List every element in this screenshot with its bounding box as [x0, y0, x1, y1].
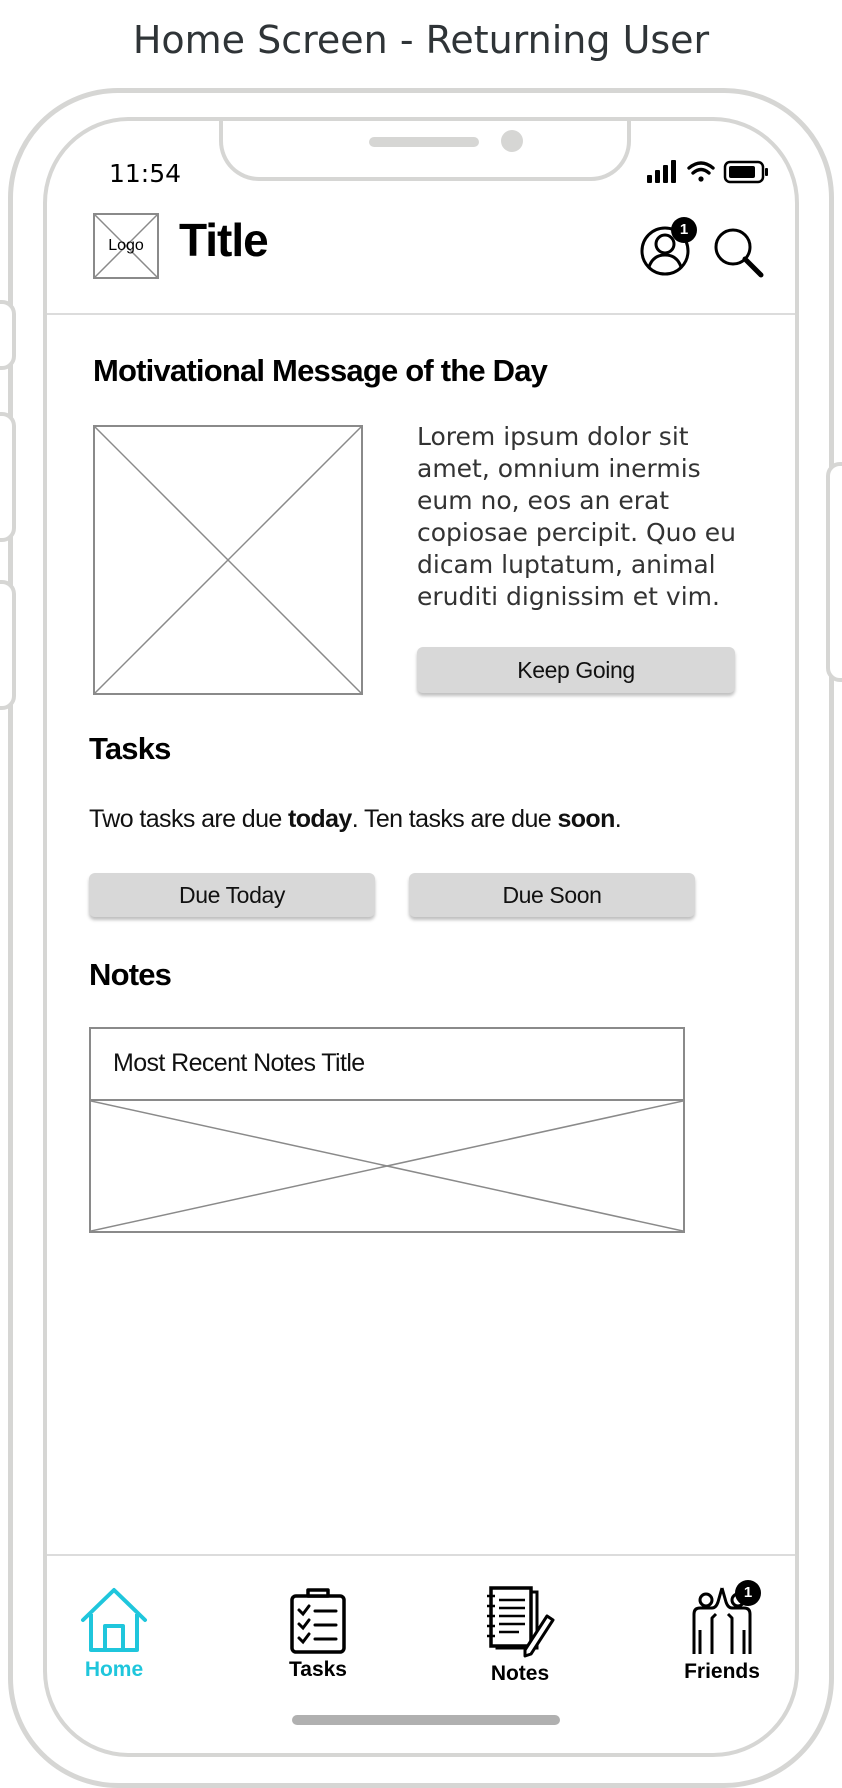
home-indicator[interactable] [292, 1715, 560, 1725]
tab-friends[interactable]: 1 Friends [667, 1580, 777, 1686]
tab-tasks-label: Tasks [289, 1658, 347, 1681]
tab-tasks[interactable]: Tasks [263, 1586, 373, 1686]
profile-button[interactable]: 1 [639, 217, 697, 277]
app-title: Title [179, 214, 269, 266]
tab-notes[interactable]: Notes [465, 1586, 575, 1686]
search-icon [714, 228, 764, 278]
wifi-icon [687, 161, 715, 182]
tab-home[interactable]: Home [59, 1586, 169, 1686]
notch [219, 121, 631, 181]
recent-note-title: Most Recent Notes Title [113, 1049, 365, 1077]
tasks-summary: Two tasks are due today. Ten tasks are d… [89, 805, 622, 834]
side-button-silent [0, 300, 16, 370]
battery-icon [723, 160, 768, 184]
side-button-power [826, 462, 842, 682]
clipboard-checklist-icon [290, 1588, 346, 1654]
due-today-button[interactable]: Due Today [89, 873, 375, 917]
note-title-row: Most Recent Notes Title [91, 1029, 683, 1101]
front-camera [501, 130, 523, 152]
due-soon-button[interactable]: Due Soon [409, 873, 695, 917]
motd-text: Lorem ipsum dolor sit amet, omnium inerm… [417, 422, 736, 611]
side-button-volume-down [0, 580, 16, 710]
speaker-grille [369, 137, 479, 147]
motd-heading: Motivational Message of the Day [93, 353, 548, 388]
logo-label: Logo [108, 237, 144, 254]
bottom-tab-bar: Home Tasks Notes 1 Friends [47, 1554, 795, 1753]
tasks-summary-today: today [288, 805, 352, 833]
home-icon [81, 1588, 147, 1652]
recent-note-card[interactable]: Most Recent Notes Title [89, 1027, 685, 1233]
status-time: 11:54 [109, 159, 182, 188]
tasks-summary-soon: soon [557, 805, 615, 833]
tasks-summary-text-2: . Ten tasks are due [351, 805, 558, 833]
notebook-pen-icon [487, 1586, 555, 1658]
keep-going-button[interactable]: Keep Going [417, 647, 735, 693]
motd-image-placeholder [93, 425, 363, 695]
tab-home-label: Home [84, 1658, 144, 1681]
status-icons [647, 160, 768, 184]
tab-notes-label: Notes [490, 1662, 550, 1685]
note-preview-placeholder [91, 1101, 683, 1231]
friends-notification-badge: 1 [735, 1580, 761, 1606]
logo: Logo [93, 213, 159, 279]
notes-heading: Notes [89, 957, 172, 992]
tasks-summary-text-1: Two tasks are due [89, 805, 289, 833]
side-button-volume-up [0, 412, 16, 542]
search-button[interactable] [711, 225, 767, 281]
tab-friends-label: Friends [684, 1660, 760, 1683]
profile-notification-badge: 1 [671, 217, 697, 243]
tasks-summary-text-3: . [614, 805, 622, 833]
phone-screen: 11:54 Logo Title 1 Motivational Message … [43, 117, 799, 1757]
tasks-heading: Tasks [89, 731, 171, 766]
signal-icon [647, 160, 676, 183]
page-title: Home Screen - Returning User [132, 18, 710, 62]
